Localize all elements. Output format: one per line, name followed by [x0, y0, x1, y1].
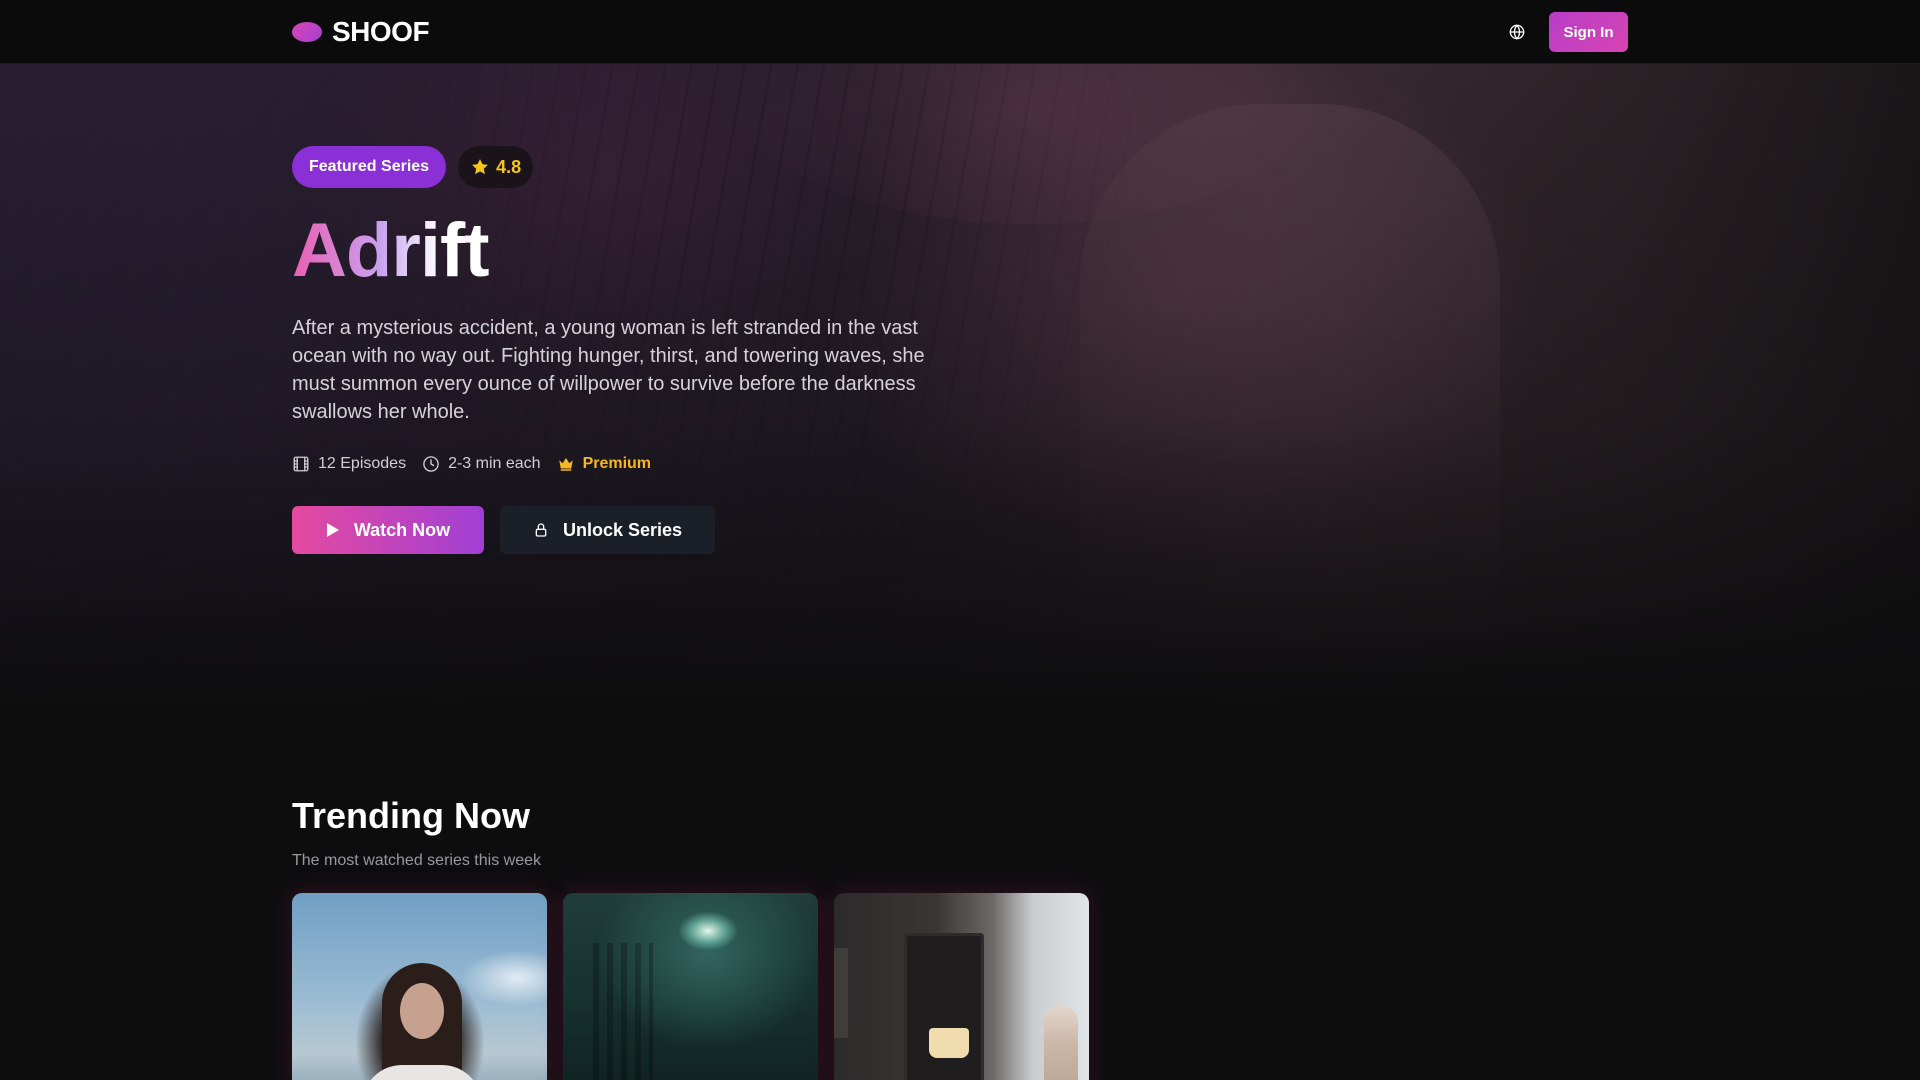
- premium-meta: Premium: [557, 455, 651, 473]
- watch-now-button[interactable]: Watch Now: [292, 506, 484, 554]
- trending-subtitle: The most watched series this week: [292, 852, 541, 869]
- clock-icon: [423, 456, 439, 472]
- featured-badge: Featured Series: [292, 146, 447, 188]
- unlock-series-button[interactable]: Unlock Series: [500, 506, 715, 554]
- globe-icon: [1509, 24, 1525, 40]
- premium-label: Premium: [582, 455, 652, 472]
- trending-section: Trending Now The most watched series thi…: [292, 792, 1628, 1080]
- film-icon: [293, 456, 309, 472]
- series-meta: 12 Episodes 2-3 min each Premium: [292, 452, 952, 476]
- star-icon: [472, 159, 488, 175]
- trending-title: Trending Now: [292, 795, 530, 836]
- episodes-meta: 12 Episodes: [292, 455, 406, 473]
- hero-badges: Featured Series 4.8: [292, 146, 952, 188]
- trending-cards: [292, 893, 1089, 1080]
- series-card-thumbnail[interactable]: [292, 893, 547, 1080]
- hero-actions: Watch Now Unlock Series: [292, 506, 952, 554]
- hero-section: Featured Series 4.8 Adrift After a myste…: [292, 146, 952, 554]
- hero-backdrop-overlay: [0, 64, 1920, 704]
- brand-name: SHOOF: [332, 16, 430, 47]
- logo-mark-icon: [292, 22, 322, 42]
- unlock-series-label: Unlock Series: [562, 519, 683, 540]
- series-card-thumbnail[interactable]: [834, 893, 1089, 1080]
- episode-duration: 2-3 min each: [448, 455, 541, 472]
- crown-icon: [558, 458, 573, 471]
- top-navbar: SHOOF Sign In: [0, 0, 1920, 64]
- series-title: Adrift: [292, 208, 490, 293]
- episodes-count: 12 Episodes: [318, 455, 407, 472]
- rating-value: 4.8: [496, 156, 522, 177]
- series-card-thumbnail[interactable]: [563, 893, 818, 1080]
- lock-icon: [535, 523, 547, 537]
- play-icon: [326, 523, 339, 537]
- watch-now-label: Watch Now: [353, 519, 451, 540]
- brand-logo[interactable]: SHOOF: [292, 16, 430, 48]
- rating-badge: 4.8: [458, 146, 534, 188]
- series-description: After a mysterious accident, a young wom…: [292, 317, 925, 423]
- language-button[interactable]: [1505, 20, 1529, 44]
- duration-meta: 2-3 min each: [422, 455, 541, 473]
- sign-in-button[interactable]: Sign In: [1549, 12, 1628, 52]
